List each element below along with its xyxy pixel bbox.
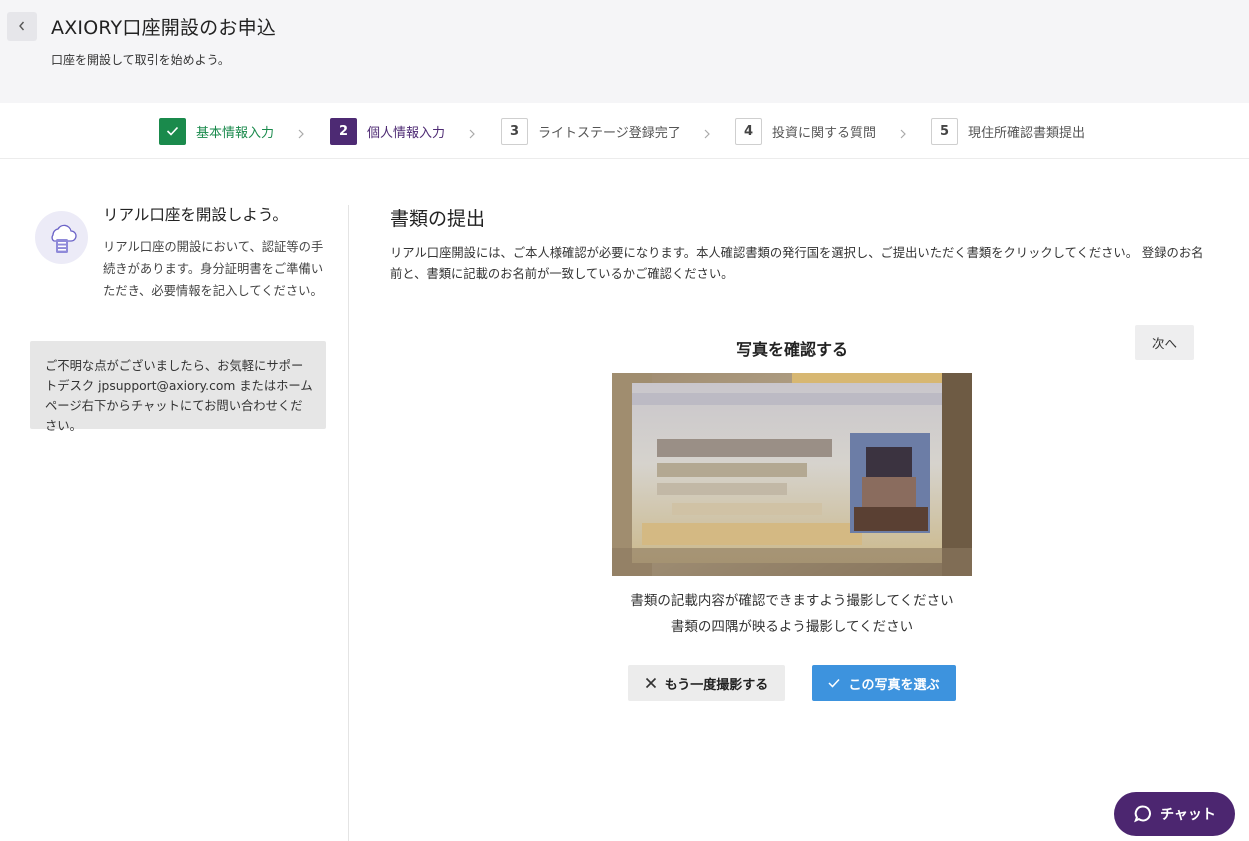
photo-hint-corners: 書類の四隅が映るよう撮影してください [670, 619, 914, 635]
retake-label: もう一度撮影する [664, 677, 769, 693]
chevron-right-icon [297, 125, 305, 144]
check-icon [159, 117, 186, 145]
retake-photo-button[interactable]: もう一度撮影する [628, 665, 785, 701]
step-basic-info: 基本情報入力 [159, 117, 274, 145]
progress-stepper: 基本情報入力 2 個人情報入力 3 ライトステージ登録完了 4 投資に関する質問… [0, 103, 1249, 159]
back-button[interactable] [7, 12, 37, 41]
chevron-left-icon [17, 17, 27, 36]
step-personal-info: 2 個人情報入力 [330, 117, 445, 145]
step-number: 3 [501, 117, 528, 145]
next-button[interactable]: 次へ [1135, 325, 1194, 360]
chevron-right-icon [468, 125, 476, 144]
close-icon [645, 677, 657, 689]
id-photo-preview [612, 373, 972, 576]
select-photo-button[interactable]: この写真を選ぶ [812, 665, 956, 701]
photo-hint-readable: 書類の記載内容が確認できますよう撮影してください [630, 593, 954, 609]
chat-button[interactable]: チャット [1114, 792, 1235, 836]
step-label: 基本情報入力 [196, 125, 275, 141]
chevron-right-icon [703, 125, 711, 144]
page-subtitle: 口座を開設して取引を始めよう。 [51, 53, 230, 67]
select-label: この写真を選ぶ [848, 677, 940, 693]
step-label: ライトステージ登録完了 [538, 125, 681, 141]
chat-bubble-icon [1133, 804, 1153, 824]
step-label: 投資に関する質問 [772, 125, 877, 141]
sidebar-description: リアル口座の開設において、認証等の手続きがあります。身分証明書をご準備いただき、… [103, 240, 324, 298]
page-header: AXIORY口座開設のお申込 口座を開設して取引を始めよう。 [0, 0, 1249, 103]
section-description: リアル口座開設には、ご本人様確認が必要になります。本人確認書類の発行国を選択し、… [390, 246, 1204, 281]
chat-label: チャット [1160, 807, 1216, 823]
column-divider [348, 205, 349, 841]
step-label: 現住所確認書類提出 [968, 125, 1086, 141]
step-address-documents: 5 現住所確認書類提出 [931, 117, 1085, 145]
step-number: 2 [330, 117, 357, 145]
sidebar-title: リアル口座を開設しよう。 [103, 206, 288, 224]
step-investment-questions: 4 投資に関する質問 [735, 117, 876, 145]
step-number: 4 [735, 117, 762, 145]
step-light-stage: 3 ライトステージ登録完了 [501, 117, 681, 145]
step-label: 個人情報入力 [367, 125, 446, 141]
chevron-right-icon [899, 125, 907, 144]
check-icon [828, 678, 841, 688]
support-info-box: ご不明な点がございましたら、お気軽にサポートデスク jpsupport@axio… [30, 341, 326, 433]
page-title: AXIORY口座開設のお申込 [51, 17, 276, 39]
step-number: 5 [931, 117, 958, 145]
section-title: 書類の提出 [390, 208, 486, 230]
support-text: ご不明な点がございましたら、お気軽にサポートデスク jpsupport@axio… [45, 359, 313, 433]
cloud-server-icon [35, 211, 88, 264]
photo-title: 写真を確認する [735, 340, 848, 359]
